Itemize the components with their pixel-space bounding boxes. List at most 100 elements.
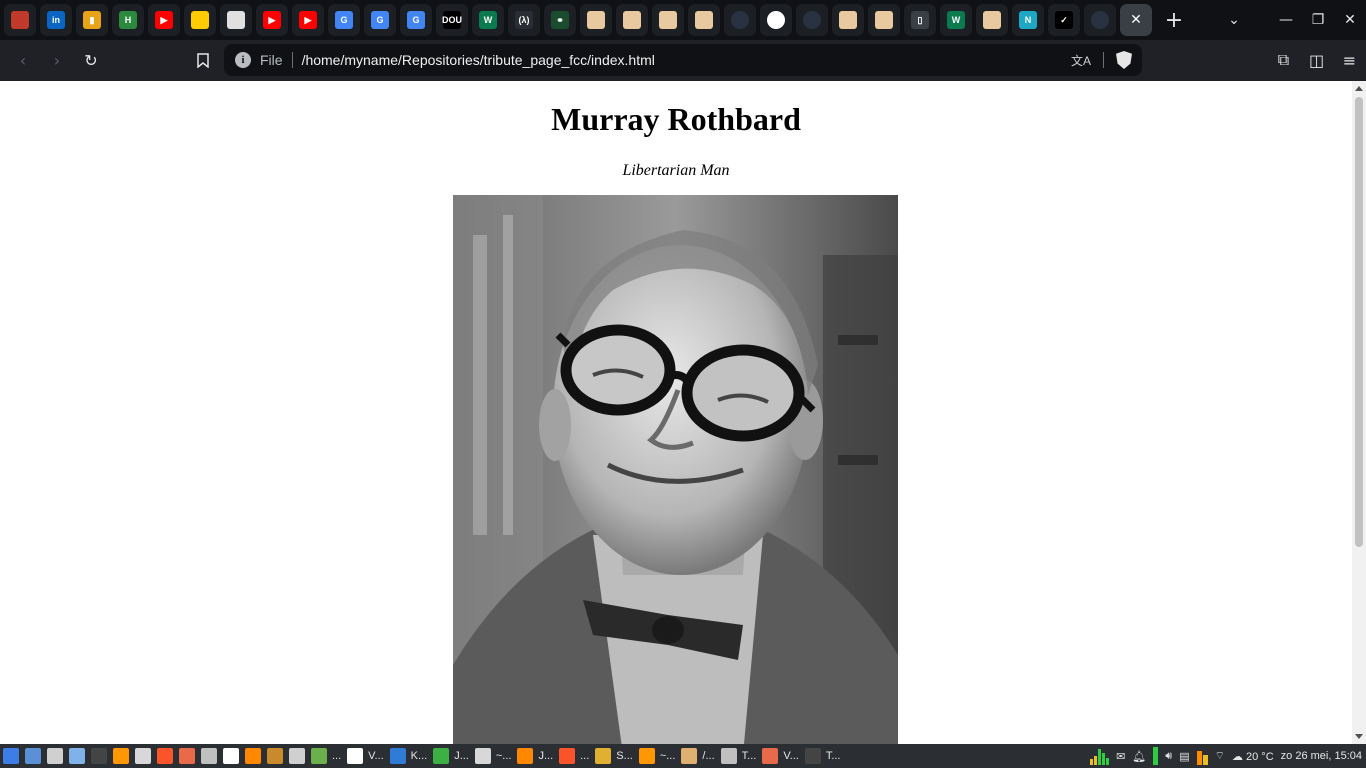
browser-tab[interactable] [4, 4, 36, 36]
browser-tab[interactable] [688, 4, 720, 36]
new-tab-button[interactable]: + [1158, 4, 1190, 36]
page-title: Murray Rothbard [551, 101, 801, 137]
taskbar-item[interactable]: /... [678, 745, 717, 767]
taskbar-item[interactable]: S... [592, 745, 636, 767]
clock[interactable]: zo 26 mei, 15:04 [1281, 750, 1362, 762]
volume-icon[interactable]: 🔊︎ [1165, 750, 1172, 763]
browser-tab[interactable]: G [400, 4, 432, 36]
page-subtitle: Libertarian Man [622, 162, 730, 179]
taskbar-item[interactable]: V... [344, 745, 387, 767]
browser-tab[interactable]: W [940, 4, 972, 36]
browser-tab[interactable]: in [40, 4, 72, 36]
taskbar-item[interactable] [264, 745, 286, 767]
reload-button[interactable]: ↻ [74, 45, 108, 77]
battery-monitor-widget[interactable] [1196, 747, 1208, 765]
browser-tab[interactable]: ✓ [1048, 4, 1080, 36]
calc-sheet-icon [433, 748, 450, 764]
taskbar-item[interactable] [88, 745, 110, 767]
taskbar-item[interactable]: ... [308, 745, 344, 767]
browser-tab[interactable]: W [472, 4, 504, 36]
bookmark-icon [197, 52, 209, 68]
memory-monitor-widget[interactable] [1153, 747, 1159, 765]
browser-tab[interactable]: DOU [436, 4, 468, 36]
taskbar-item-label: T... [741, 750, 757, 762]
scroll-up-arrow[interactable] [1355, 86, 1363, 91]
weather-widget[interactable]: ☁︎ 20 °C [1232, 750, 1274, 763]
back-button[interactable]: ‹ [6, 45, 40, 77]
window-controls: ⌄ — ❐ ✕ [1218, 0, 1366, 40]
taskbar-item[interactable] [220, 745, 242, 767]
browser-tab[interactable] [652, 4, 684, 36]
wifi-icon[interactable]: ⌔ [1215, 749, 1225, 763]
active-tab[interactable]: ✕ [1120, 4, 1152, 36]
brave-shields-icon[interactable] [1116, 51, 1132, 69]
browser-tab[interactable] [724, 4, 756, 36]
notifications-icon[interactable]: 🔔︎ [1132, 750, 1146, 763]
taskbar-item[interactable]: J... [514, 745, 556, 767]
minimize-button[interactable]: — [1270, 4, 1302, 36]
taskbar-item[interactable]: ~... [472, 745, 515, 767]
taskbar-item[interactable] [154, 745, 176, 767]
browser-tab[interactable] [976, 4, 1008, 36]
vertical-scrollbar[interactable] [1352, 81, 1366, 744]
brave-icon [157, 748, 173, 764]
taskbar-item[interactable] [176, 745, 198, 767]
restore-button[interactable]: ❐ [1302, 4, 1334, 36]
tab-search-button[interactable]: ⌄ [1218, 4, 1250, 36]
browser-tab[interactable] [832, 4, 864, 36]
address-bar[interactable]: i File /home/myname/Repositories/tribute… [224, 44, 1142, 76]
taskbar-item[interactable]: K... [387, 745, 431, 767]
close-tab-icon[interactable]: ✕ [1130, 12, 1142, 28]
forward-button[interactable]: › [40, 45, 74, 77]
taskbar-item[interactable] [0, 745, 22, 767]
scroll-down-arrow[interactable] [1355, 734, 1363, 739]
clipboard-tray-icon[interactable]: ▤ [1179, 750, 1189, 763]
browser-tab[interactable]: ▮ [76, 4, 108, 36]
cpu-monitor-widget[interactable] [1090, 747, 1110, 765]
browser-tab[interactable]: N [1012, 4, 1044, 36]
browser-tab[interactable] [184, 4, 216, 36]
taskbar-item[interactable] [22, 745, 44, 767]
bookmark-button[interactable] [186, 44, 220, 76]
browser-tab[interactable] [760, 4, 792, 36]
browser-tab[interactable]: ⚭ [544, 4, 576, 36]
taskbar-item[interactable] [110, 745, 132, 767]
translate-icon[interactable]: 文A [1071, 52, 1091, 69]
browser-tab[interactable]: (λ) [508, 4, 540, 36]
taskbar-item[interactable]: J... [430, 745, 472, 767]
sidebar-button[interactable]: ◫ [1300, 44, 1333, 76]
taskbar-item[interactable]: ~... [636, 745, 679, 767]
lambda-icon: (λ) [515, 11, 533, 29]
browser-tab[interactable] [796, 4, 828, 36]
browser-tab[interactable]: ▯ [904, 4, 936, 36]
browser-tab[interactable]: G [364, 4, 396, 36]
mail-icon[interactable]: ✉ [1116, 750, 1125, 763]
taskbar-item[interactable]: V... [759, 745, 802, 767]
extensions-button[interactable]: ⧉ [1267, 44, 1300, 76]
browser-tab[interactable]: ▶ [256, 4, 288, 36]
browser-tab[interactable]: G [328, 4, 360, 36]
scrollbar-thumb[interactable] [1355, 97, 1363, 547]
browser-tab[interactable] [580, 4, 612, 36]
taskbar-item[interactable] [66, 745, 88, 767]
browser-tab[interactable] [616, 4, 648, 36]
url-text[interactable]: /home/myname/Repositories/tribute_page_f… [302, 52, 655, 68]
taskbar-item-label: ~... [495, 750, 512, 762]
taskbar-item[interactable]: T... [802, 745, 844, 767]
browser-tab[interactable] [1084, 4, 1116, 36]
taskbar-item[interactable]: T... [718, 745, 760, 767]
taskbar-item[interactable]: ... [556, 745, 592, 767]
browser-tab[interactable] [868, 4, 900, 36]
taskbar-item[interactable] [44, 745, 66, 767]
taskbar-item[interactable] [198, 745, 220, 767]
info-icon[interactable]: i [235, 52, 251, 68]
taskbar-item[interactable] [132, 745, 154, 767]
browser-tab[interactable]: ▶ [292, 4, 324, 36]
close-window-button[interactable]: ✕ [1334, 4, 1366, 36]
browser-tab[interactable] [220, 4, 252, 36]
taskbar-item[interactable] [286, 745, 308, 767]
browser-tab[interactable]: ▶ [148, 4, 180, 36]
main-menu-button[interactable]: ≡ [1333, 44, 1366, 76]
browser-tab[interactable]: H [112, 4, 144, 36]
taskbar-item[interactable] [242, 745, 264, 767]
